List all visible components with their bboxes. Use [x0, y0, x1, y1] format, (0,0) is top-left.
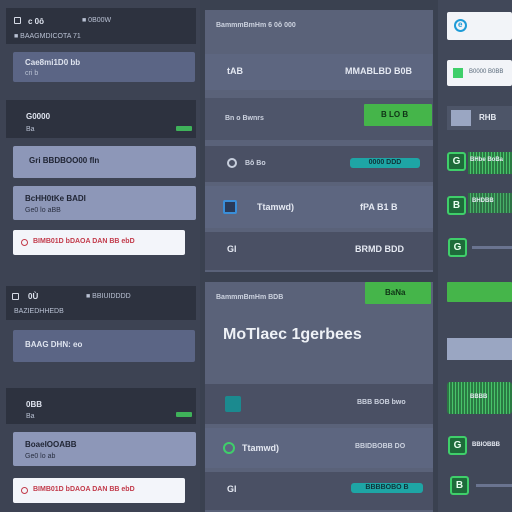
status-indicator — [176, 126, 192, 131]
left-bottom-row-1[interactable]: BoaeIOOABB Ge0 lo ab — [13, 432, 196, 466]
middle-row-5[interactable]: Gl BRMD BDD — [205, 232, 433, 270]
middle-bottom-row-1-right: BBB BOB bwo — [357, 399, 406, 406]
right-card-2-label: B0000 B0BB — [469, 69, 504, 75]
middle-bottom-row-2-right: BBIDBOBB DO — [355, 443, 406, 450]
middle-row-3[interactable]: Bô Bo 0000 DDD — [205, 146, 433, 182]
green-circle-icon — [223, 442, 235, 454]
middle-row-1-left: tAB — [227, 66, 243, 76]
left-top-card-sub: cri b — [25, 70, 39, 77]
right-bottom-item-1-label: BBBB — [470, 394, 488, 400]
right-strip: RHB — [447, 106, 512, 130]
app-icon — [14, 17, 21, 24]
middle-row-3-left: Bô Bo — [245, 160, 266, 167]
middle-row-1-right: MMABLBD B0B — [345, 66, 412, 76]
middle-bottom-row-1[interactable]: BBB BOB bwo — [205, 384, 433, 424]
middle-row-2[interactable]: Bn o Bwnrs B LO B — [205, 98, 433, 140]
checkbox-icon[interactable] — [223, 200, 237, 214]
left-top-card-title: Cae8mi1D0 bb — [25, 58, 81, 67]
right-bottom-item-2-label: BBIOBBB — [472, 442, 500, 448]
right-item-3-divider — [472, 246, 512, 249]
middle-top-header: BammmBmHm 6 0ô 000 — [216, 22, 296, 29]
middle-bottom-header: BammmBmHm BDB — [216, 294, 284, 301]
middle-bottom-title: MoTlaec 1gerbees — [223, 326, 362, 343]
left-section-top-title: G0000 — [26, 112, 51, 121]
right-item-1-icon[interactable]: G — [447, 152, 466, 171]
middle-row-4-right: fPA B1 B — [360, 202, 398, 212]
left-header-bottom: 0Ù ■ BBIUIDDDD BAZIEDHHEDB — [6, 286, 196, 320]
middle-bottom-green-label: BaNa — [385, 288, 406, 297]
left-section-top-sub: Ba — [26, 126, 35, 133]
middle-row-5-right: BRMD BDD — [355, 244, 404, 254]
left-row-3[interactable]: BIMB01D bDAOA DAN BB ebD — [13, 230, 185, 255]
left-bottom-row-1-sub: Ge0 lo ab — [25, 453, 56, 460]
left-bottom-row-1-label: BoaeIOOABB — [25, 440, 77, 449]
right-item-3-icon[interactable]: G — [448, 238, 467, 257]
left-bottom-card[interactable]: BAAG DHN: eo — [13, 330, 195, 362]
checkmark-icon — [453, 68, 463, 78]
green-action-label: B LO B — [381, 110, 409, 119]
right-card-1[interactable]: e — [447, 12, 512, 40]
left-top-card[interactable]: Cae8mi1D0 bb cri b — [13, 52, 195, 82]
middle-row-1[interactable]: tAB MMABLBD B0B — [205, 54, 433, 90]
right-card-1-icon-char: e — [458, 20, 463, 29]
left-section-top: G0000 Ba — [6, 100, 196, 138]
left-row-3-label: BIMB01D bDAOA DAN BB ebD — [33, 238, 135, 245]
image-icon — [451, 110, 471, 126]
status-indicator-bottom — [176, 412, 192, 417]
left-row-2-sub: Ge0 lo aBB — [25, 207, 61, 214]
left-bottom-card-title: BAAG DHN: eo — [25, 340, 83, 349]
left-bottom-row-2-label: BIMB01D bDAOA DAN BB ebD — [33, 486, 135, 493]
left-section-bottom: 0BB Ba — [6, 388, 196, 424]
right-bottom-item-3-icon[interactable]: B — [450, 476, 469, 495]
right-strip-label: RHB — [479, 113, 497, 122]
left-top-card0-line1: ■ BAAGMDICOTA 71 — [14, 33, 81, 40]
right-card-2[interactable]: B0000 B0BB — [447, 60, 512, 86]
middle-bottom-row-2-left: Ttamwd) — [242, 443, 279, 453]
right-item-1-label: BHbe BoBa — [470, 157, 504, 163]
left-row-2[interactable]: BcHH0tKe BADI Ge0 lo aBB — [13, 186, 196, 220]
right-bottom-item-2-icon[interactable]: G — [448, 436, 467, 455]
left-bottom-subtitle: ■ BBIUIDDDD — [86, 293, 131, 300]
app-icon-bottom — [12, 293, 19, 300]
left-bottom-row-2[interactable]: BIMB01D bDAOA DAN BB ebD — [13, 478, 185, 503]
left-top-subtitle: ■ 0B00W — [82, 17, 112, 24]
middle-bottom-row-2[interactable]: Ttamwd) BBIDBOBB DO — [205, 428, 433, 468]
middle-row-2-left: Bn o Bwnrs — [225, 115, 264, 122]
teal-badge: 0000 DDD — [350, 158, 420, 168]
right-item-1-bar — [468, 152, 512, 174]
middle-bottom-row-3-left: Gl — [227, 484, 237, 494]
middle-row-5-left: Gl — [227, 244, 237, 254]
right-item-2-icon[interactable]: B — [447, 196, 466, 215]
teal-square-icon — [225, 396, 241, 412]
middle-bottom-badge: BBBBOBO B — [351, 483, 423, 493]
right-image-thumb — [447, 338, 512, 360]
left-bottom-card0-line1: BAZIEDHHEDB — [14, 308, 64, 315]
middle-row-4-left: Ttamwd) — [257, 202, 294, 212]
left-row-1[interactable]: Gri BBDBOO00 fIn — [13, 146, 196, 178]
right-item-2-label: BHDBB — [472, 198, 494, 204]
middle-bottom-row-3[interactable]: Gl BBBBOBO B — [205, 472, 433, 510]
left-section-bottom-sub: Ba — [26, 413, 35, 420]
middle-row-4[interactable]: Ttamwd) fPA B1 B — [205, 186, 433, 228]
right-bottom-green-bar[interactable] — [447, 282, 512, 302]
left-header-top: c 0ô ■ 0B00W ■ BAAGMDICOTA 71 — [6, 8, 196, 44]
left-row-2-label: BcHH0tKe BADI — [25, 194, 86, 203]
right-bottom-item-3-divider — [476, 484, 512, 487]
alert-icon — [21, 239, 28, 246]
alert-icon-bottom — [21, 487, 28, 494]
left-top-title: c 0ô — [28, 17, 45, 26]
info-icon — [227, 158, 237, 168]
left-row-1-label: Gri BBDBOO00 fIn — [29, 156, 100, 165]
left-section-bottom-title: 0BB — [26, 400, 43, 409]
left-bottom-title: 0Ù — [28, 292, 39, 301]
